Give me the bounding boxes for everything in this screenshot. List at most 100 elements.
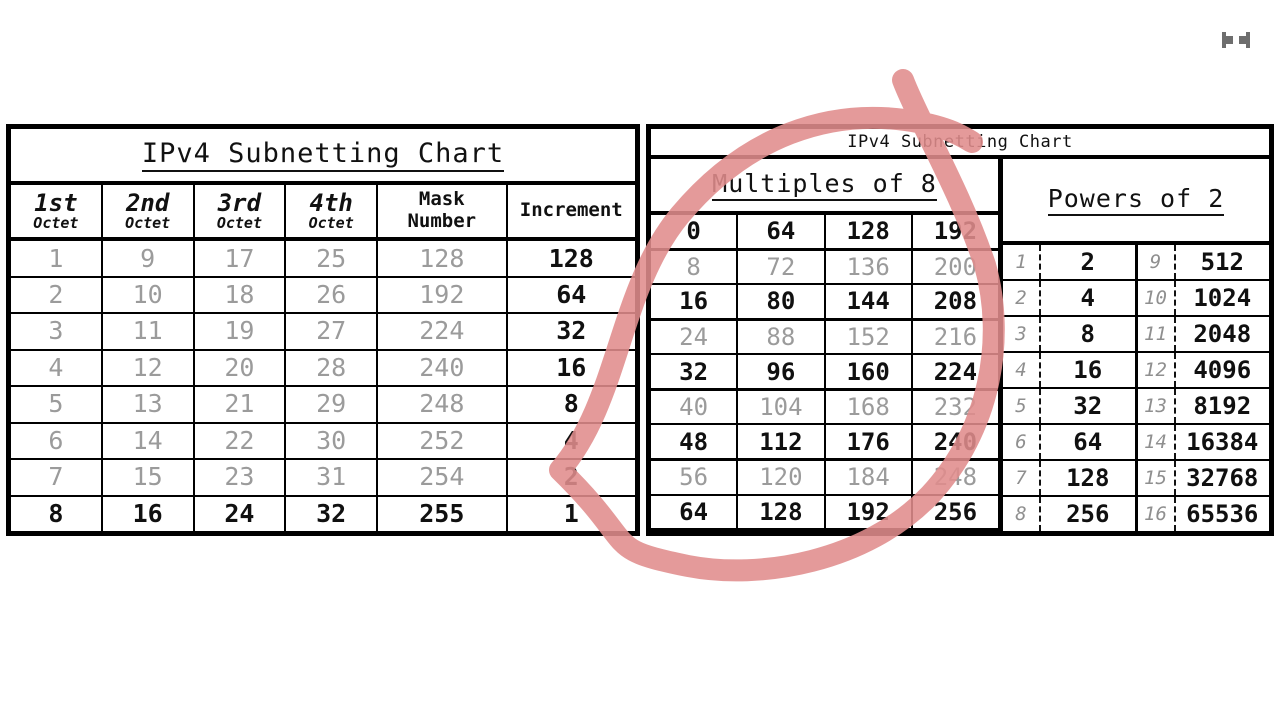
cell-value: 11	[132, 316, 163, 346]
table-cell: 248	[378, 387, 508, 422]
cell-value: 208	[933, 287, 978, 316]
table-cell: 24	[195, 496, 287, 531]
table-cell: 5	[11, 387, 103, 422]
table-cell: 56	[651, 460, 739, 494]
cell-value: 31	[316, 462, 347, 492]
cell-value: 255	[419, 498, 465, 528]
cell-value: 29	[316, 389, 347, 419]
table-cell: 17	[195, 241, 287, 276]
table-cell: 64	[508, 278, 635, 312]
table-cell: 7	[11, 460, 103, 495]
table-row: 4 16 12 4096	[1003, 353, 1269, 389]
table-row: 1 2 9 512	[1003, 245, 1269, 281]
table-cell: 254	[378, 460, 508, 495]
power-pair: 16 65536	[1138, 497, 1270, 531]
table-cell: 0	[651, 215, 739, 248]
power-value: 4096	[1193, 356, 1252, 384]
power-value: 8	[1080, 320, 1095, 348]
table-cell: 8	[651, 250, 739, 284]
table-cell: 8	[11, 496, 103, 531]
power-value: 16384	[1186, 428, 1259, 456]
exponent-value: 5	[1003, 389, 1041, 423]
cell-value: 240	[419, 352, 465, 382]
cell-value: 3	[48, 316, 64, 346]
cell-value: 32	[556, 316, 587, 346]
cell-value: 4	[563, 425, 579, 455]
cell-value: 4	[48, 352, 64, 382]
right-table-title-text: IPv4 Subnetting Chart	[847, 132, 1073, 152]
table-cell: 248	[913, 461, 998, 494]
table-row: 1 9 17 25 128 128	[11, 241, 635, 278]
cell-value: 16	[132, 498, 163, 528]
left-table-header-row: 1st Octet 2nd Octet 3rd Octet 4th Octet	[11, 185, 635, 242]
table-cell: 19	[195, 314, 287, 349]
table-cell: 80	[738, 285, 826, 318]
table-cell: 192	[826, 495, 913, 529]
power-pair: 38	[1003, 317, 1138, 351]
table-cell: 232	[913, 391, 998, 424]
exponent-value: 10	[1138, 281, 1176, 315]
table-cell: 88	[738, 320, 826, 354]
table-cell: 112	[738, 425, 826, 458]
power-value: 4	[1080, 284, 1095, 312]
left-table-title: IPv4 Subnetting Chart	[11, 129, 635, 185]
cell-value: 104	[759, 393, 803, 422]
cell-value: 232	[933, 393, 978, 422]
table-cell: 252	[378, 423, 508, 459]
power-value: 128	[1066, 464, 1110, 492]
table-cell: 128	[826, 215, 913, 248]
table-row: 8 16 24 32 255 1	[11, 496, 635, 531]
cell-value: 16	[679, 287, 709, 316]
table-cell: 11	[103, 314, 195, 349]
cell-value: 64	[556, 280, 587, 309]
cell-value: 26	[316, 280, 347, 309]
table-cell: 72	[738, 250, 826, 284]
cell-value: 128	[846, 217, 890, 246]
table-cell: 1	[508, 497, 635, 531]
table-cell: 24	[651, 320, 739, 354]
table-cell: 224	[913, 355, 998, 388]
cell-value: 30	[316, 425, 347, 455]
exponent-value: 14	[1138, 425, 1176, 459]
cell-value: 64	[679, 497, 709, 526]
multiples-of-8-grid: 0 64 128 192 8 72 136 200 16 80 144 208 24 88 152 216 32…	[651, 215, 998, 532]
cell-value: 14	[132, 425, 163, 455]
power-value: 2	[1080, 248, 1095, 276]
power-pair: 14 16384	[1138, 425, 1270, 459]
power-pair: 12	[1003, 245, 1138, 279]
cell-value: 27	[316, 316, 347, 346]
table-cell: 23	[195, 460, 287, 495]
cell-value: 21	[224, 389, 255, 419]
cell-value: 96	[766, 357, 796, 386]
table-cell: 9	[103, 241, 195, 276]
table-row: 3 11 19 27 224 32	[11, 314, 635, 351]
left-table-body: 1 9 17 25 128 128 2 10 18 26 192 64 3 11 19 27 224 32 4 12 2…	[11, 241, 635, 531]
table-cell: 32	[651, 355, 739, 388]
table-cell: 4	[508, 424, 635, 458]
cell-value: 6	[48, 425, 64, 455]
table-row: 7 128 15 32768	[1003, 461, 1269, 497]
left-table-grid: 1st Octet 2nd Octet 3rd Octet 4th Octet	[11, 185, 635, 531]
cell-value: 240	[933, 427, 978, 456]
table-row: 8 256 16 65536	[1003, 497, 1269, 531]
collapse-fullscreen-icon[interactable]	[1218, 22, 1254, 58]
table-row: 5 32 13 8192	[1003, 389, 1269, 425]
cell-value: 120	[759, 463, 803, 492]
cell-value: 23	[224, 462, 255, 492]
table-cell: 27	[286, 314, 379, 349]
cell-value: 13	[132, 389, 163, 419]
table-cell: 184	[826, 460, 913, 494]
bottom-toolbar: DU RECORDER	[0, 600, 1280, 720]
table-cell: 192	[378, 277, 508, 313]
ipv4-subnetting-table: IPv4 Subnetting Chart 1st Octet 2nd Octe…	[6, 124, 640, 536]
table-cell: 30	[286, 423, 379, 459]
table-cell: 128	[508, 241, 635, 275]
table-cell: 32	[286, 496, 379, 531]
cell-value: 248	[419, 389, 465, 419]
ipv4-reference-table: IPv4 Subnetting Chart Multiples of 8 0 64…	[646, 124, 1274, 536]
table-cell: 14	[103, 423, 195, 459]
cell-value: 136	[846, 252, 890, 281]
power-value: 256	[1066, 500, 1110, 528]
powers-of-2-heading: Powers of 2	[1003, 159, 1269, 245]
right-table-title: IPv4 Subnetting Chart	[651, 129, 1269, 159]
